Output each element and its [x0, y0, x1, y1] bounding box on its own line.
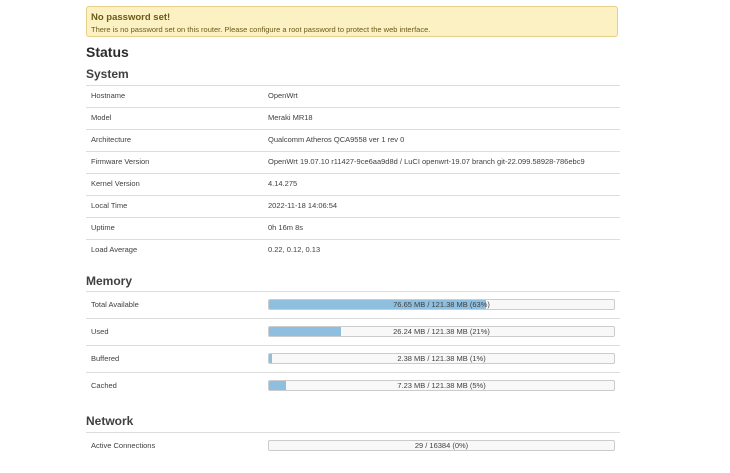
progress-bar: 29 / 16384 (0%)	[268, 440, 615, 451]
row-label: Architecture	[91, 135, 132, 144]
table-row: Hostname OpenWrt	[86, 85, 620, 107]
row-label: Active Connections	[91, 441, 156, 450]
row-label: Model	[91, 113, 112, 122]
row-label: Local Time	[91, 201, 128, 210]
alert-message: There is no password set on this router.…	[91, 25, 431, 34]
progress-text: 26.24 MB / 121.38 MB (21%)	[393, 327, 490, 336]
row-label: Firmware Version	[91, 157, 150, 166]
progress-bar: 26.24 MB / 121.38 MB (21%)	[268, 326, 615, 337]
progress-text: 2.38 MB / 121.38 MB (1%)	[397, 354, 486, 363]
row-label: Uptime	[91, 223, 115, 232]
table-row: Model Meraki MR18	[86, 107, 620, 129]
network-heading: Network	[86, 414, 134, 428]
row-label: Total Available	[91, 300, 139, 309]
row-value: 4.14.275	[268, 179, 298, 188]
system-heading: System	[86, 67, 129, 81]
progress-text: 29 / 16384 (0%)	[414, 441, 469, 450]
table-row: Kernel Version 4.14.275	[86, 173, 620, 195]
table-row: Buffered 2.38 MB / 121.38 MB (1%)	[86, 345, 620, 372]
row-value: 2022-11-18 14:06:54	[268, 201, 338, 210]
progress-bar: 2.38 MB / 121.38 MB (1%)	[268, 353, 615, 364]
row-label: Kernel Version	[91, 179, 140, 188]
table-row: Uptime 0h 16m 8s	[86, 217, 620, 239]
no-password-alert: No password set! There is no password se…	[86, 6, 618, 37]
row-value: OpenWrt	[268, 91, 298, 100]
progress-text: 7.23 MB / 121.38 MB (5%)	[397, 381, 486, 390]
row-label: Hostname	[91, 91, 126, 100]
table-row: Cached 7.23 MB / 121.38 MB (5%)	[86, 372, 620, 399]
memory-heading: Memory	[86, 274, 133, 288]
table-row: Total Available 76.65 MB / 121.38 MB (63…	[86, 291, 620, 318]
table-row: Active Connections 29 / 16384 (0%)	[86, 432, 620, 459]
progress-text: 76.65 MB / 121.38 MB (63%)	[393, 300, 490, 309]
table-row: Local Time 2022-11-18 14:06:54	[86, 195, 620, 217]
table-row: Load Average 0.22, 0.12, 0.13	[86, 239, 620, 261]
row-value: 0.22, 0.12, 0.13	[268, 245, 321, 254]
table-row: Used 26.24 MB / 121.38 MB (21%)	[86, 318, 620, 345]
row-value: Meraki MR18	[268, 113, 313, 122]
row-label: Buffered	[91, 354, 120, 363]
progress-bar: 7.23 MB / 121.38 MB (5%)	[268, 380, 615, 391]
row-value: 0h 16m 8s	[268, 223, 304, 232]
table-row: Architecture Qualcomm Atheros QCA9558 ve…	[86, 129, 620, 151]
row-value: Qualcomm Atheros QCA9558 ver 1 rev 0	[268, 135, 405, 144]
page-title: Status	[86, 44, 129, 60]
row-label: Cached	[91, 381, 117, 390]
table-row: Firmware Version OpenWrt 19.07.10 r11427…	[86, 151, 620, 173]
row-label: Used	[91, 327, 109, 336]
progress-bar: 76.65 MB / 121.38 MB (63%)	[268, 299, 615, 310]
row-label: Load Average	[91, 245, 138, 254]
alert-title: No password set!	[91, 12, 171, 23]
row-value: OpenWrt 19.07.10 r11427-9ce6aa9d8d / LuC…	[268, 157, 585, 166]
